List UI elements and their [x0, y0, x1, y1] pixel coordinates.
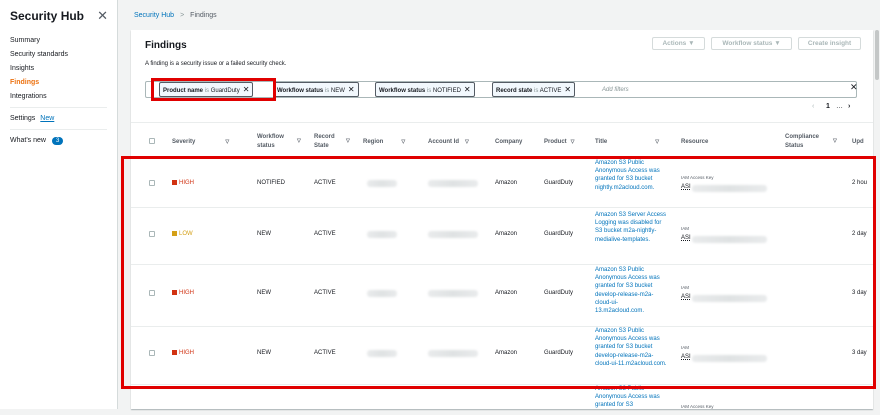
sidebar-item-summary[interactable]: Summary: [0, 34, 117, 48]
filter-field: Record state: [496, 88, 533, 94]
whats-new-label: What's new: [10, 137, 46, 144]
filter-op: is: [426, 88, 432, 94]
sort-icon: ▽: [833, 138, 837, 144]
breadcrumb-current: Findings: [190, 12, 217, 19]
remove-filter-icon[interactable]: ✕: [564, 85, 571, 94]
column-workflow-status[interactable]: Workflow status ▽: [257, 123, 305, 160]
sort-icon: ▽: [401, 138, 406, 145]
column-resource[interactable]: Resource: [681, 123, 708, 160]
column-label: Record State: [314, 133, 335, 149]
pager-ellipsis: …: [836, 103, 843, 110]
sort-icon: ▽: [346, 138, 350, 144]
sidebar-item-integrations[interactable]: Integrations: [0, 90, 117, 104]
column-label: Company: [495, 138, 523, 145]
create-insight-button[interactable]: Create insight: [798, 37, 861, 50]
sort-icon: ▽: [570, 138, 575, 145]
filter-op: is: [534, 88, 539, 94]
column-product[interactable]: Product ▽: [544, 123, 575, 160]
sidebar-item-findings[interactable]: Findings: [0, 76, 117, 90]
filter-chip-workflow-new[interactable]: Workflow status is NEW ✕: [273, 82, 359, 97]
pager-prev[interactable]: ‹: [812, 103, 814, 110]
column-label: Account Id: [428, 138, 459, 145]
highlight-findings-rows: [121, 156, 876, 389]
sort-icon: ▽: [297, 138, 301, 144]
filter-value: ACTIVE: [539, 88, 562, 94]
sort-icon: ▽: [225, 138, 230, 145]
column-label: Region: [363, 138, 384, 145]
actions-button[interactable]: Actions ▼: [652, 37, 705, 50]
column-label: Resource: [681, 138, 709, 145]
column-severity[interactable]: Severity ▽: [172, 123, 237, 160]
sidebar-item-whats-new[interactable]: What's new 3: [0, 134, 117, 148]
filter-field: Workflow status: [277, 88, 324, 94]
sort-icon: ▽: [655, 138, 660, 145]
column-region[interactable]: Region ▽: [363, 123, 423, 160]
filter-value: NOTIFIED: [432, 88, 461, 94]
column-account-id[interactable]: Account Id ▽: [428, 123, 488, 160]
divider: [10, 129, 107, 130]
filter-chip-record-state[interactable]: Record state is ACTIVE ✕: [492, 82, 576, 97]
column-company[interactable]: Company: [495, 123, 522, 160]
filter-op: is: [324, 88, 330, 94]
column-title[interactable]: Title ▽: [595, 123, 678, 160]
filter-value: NEW: [330, 88, 345, 94]
page-title: Findings: [145, 40, 187, 51]
sidebar-item-insights[interactable]: Insights: [0, 62, 117, 76]
sidebar-item-settings[interactable]: Settings New: [0, 112, 117, 126]
page-description: A finding is a security issue or a faile…: [145, 61, 287, 67]
column-updated[interactable]: Upd: [852, 123, 864, 160]
column-label: Upd: [852, 138, 864, 145]
remove-filter-icon[interactable]: ✕: [348, 85, 355, 94]
whats-new-count-badge: 3: [51, 137, 64, 145]
divider: [10, 107, 107, 108]
filter-chip-workflow-notified[interactable]: Workflow status is NOTIFIED ✕: [375, 82, 475, 97]
column-label: Severity: [172, 138, 196, 145]
sidebar-title: Security Hub: [10, 9, 85, 23]
resource-type: IAM Access Key: [681, 404, 714, 409]
filter-field: Workflow status: [379, 88, 426, 94]
scrollbar[interactable]: [875, 30, 879, 80]
column-label: Compliance Status: [785, 133, 820, 149]
pager-next[interactable]: ›: [848, 103, 850, 110]
breadcrumb-root[interactable]: Security Hub: [134, 12, 174, 19]
breadcrumb: Security Hub > Findings: [134, 12, 217, 19]
column-label: Title: [595, 138, 608, 145]
column-label: Product: [544, 138, 567, 145]
main-content: Security Hub > Findings Findings A finding…: [118, 0, 880, 409]
chevron-right-icon: >: [180, 12, 185, 19]
column-compliance-status[interactable]: Compliance Status ▽: [785, 123, 847, 160]
close-icon[interactable]: ✕: [97, 8, 108, 24]
sidebar: Security Hub ✕ Summary Security standard…: [0, 0, 118, 409]
remove-filter-icon[interactable]: ✕: [464, 85, 471, 94]
sort-icon: ▽: [465, 138, 469, 145]
new-link[interactable]: New: [40, 115, 54, 122]
add-filters-input[interactable]: Add filters: [602, 87, 629, 93]
table-header: Severity ▽ Workflow status ▽ Record State ▽…: [131, 122, 873, 159]
pager-page-1[interactable]: 1: [826, 103, 830, 110]
sidebar-header: Security Hub ✕: [0, 0, 117, 26]
sidebar-item-security-standards[interactable]: Security standards: [0, 48, 117, 62]
workflow-status-button[interactable]: Workflow status ▼: [711, 37, 792, 50]
select-all-checkbox[interactable]: [149, 138, 155, 144]
highlight-filter-box: [151, 78, 276, 101]
column-record-state[interactable]: Record State ▽: [314, 123, 360, 160]
table-row[interactable]: Amazon S3 Public Anonymous Access was gr…: [131, 385, 873, 415]
column-label: Workflow status: [257, 133, 284, 149]
settings-label: Settings: [10, 115, 36, 122]
clear-filters-icon[interactable]: ✕: [850, 82, 858, 93]
